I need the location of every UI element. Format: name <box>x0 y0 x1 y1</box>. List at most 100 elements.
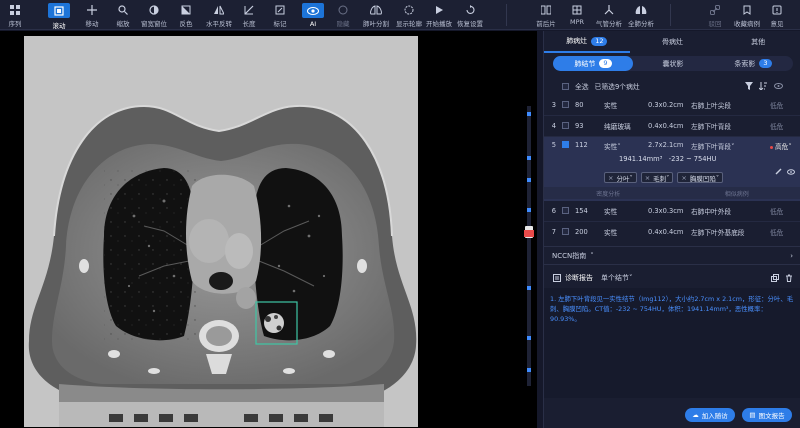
edit-pencil-icon[interactable] <box>774 167 783 176</box>
row-checkbox[interactable] <box>562 121 569 129</box>
slice-marker[interactable] <box>527 178 531 182</box>
slice-marker[interactable] <box>527 286 531 290</box>
tool-window-level[interactable]: 窗宽窗位 <box>138 0 170 30</box>
slice-marker[interactable] <box>527 368 531 372</box>
report-text[interactable]: 1. 左肺下叶背段见一实性结节（Img112），大小约2.7cm x 2.1cm… <box>544 288 800 398</box>
visibility-eye-icon[interactable] <box>774 82 783 91</box>
nccn-label: NCCN指南 <box>552 251 587 260</box>
tag-label: 分叶 <box>616 174 630 183</box>
tool-ai[interactable]: AI <box>300 0 326 30</box>
row-checkbox[interactable] <box>562 227 569 235</box>
table-row[interactable]: 4 93 纯磨玻璃 0.4x0.4cm 左肺下叶背段 低危 <box>544 116 800 137</box>
density-analysis-link[interactable]: 密度分析 <box>596 189 620 198</box>
scroll-icon <box>48 3 70 18</box>
row-number: 4 <box>551 122 556 130</box>
tool-label: MPR <box>569 18 585 26</box>
report-mode-dropdown[interactable]: 单个结节˅ <box>601 273 633 283</box>
row-location: 右肺中叶外段 <box>691 208 732 216</box>
remove-tag-icon[interactable]: × <box>681 174 686 182</box>
slice-marker[interactable] <box>527 112 531 116</box>
row-type-value: 实性 <box>604 143 618 151</box>
tool-flip[interactable]: 水平反转 <box>203 0 235 30</box>
mpr-icon <box>571 3 584 16</box>
tool-favorite[interactable]: 收藏病例 <box>731 0 763 30</box>
table-row[interactable]: 3 80 实性 0.3x0.2cm 右肺上叶尖段 低危 <box>544 95 800 116</box>
remove-tag-icon[interactable]: × <box>608 174 613 182</box>
visibility-eye-icon[interactable] <box>786 167 795 176</box>
table-row[interactable]: 6 154 实性 0.3x0.3cm 右肺中叶外段 低危 <box>544 201 800 222</box>
select-all-checkbox[interactable] <box>562 82 569 90</box>
row-checkbox[interactable] <box>562 206 569 214</box>
tool-length[interactable]: 长度 <box>236 0 262 30</box>
tool-invert[interactable]: 反色 <box>173 0 199 30</box>
nccn-guideline-row[interactable]: NCCN指南 ˅ › <box>544 246 800 265</box>
ct-scan-image[interactable] <box>24 36 418 427</box>
slice-marker[interactable] <box>527 208 531 212</box>
tab-nodules[interactable]: 肺结节 9 <box>553 56 633 71</box>
trash-icon[interactable] <box>784 274 793 283</box>
tool-series[interactable]: 序列 <box>2 0 28 30</box>
slice-scrollbar[interactable] <box>524 106 534 386</box>
reset-icon <box>464 3 477 16</box>
row-risk[interactable]: 高危˅ <box>770 141 796 151</box>
tab-lung-lesions[interactable]: 肺病灶 12 <box>544 31 630 53</box>
button-label: 加入随访 <box>701 412 728 420</box>
tab-bone-lesions[interactable]: 骨病灶 <box>630 31 716 53</box>
tab-other[interactable]: 其他 <box>715 31 800 53</box>
tool-play[interactable]: 开始播放 <box>425 0 453 30</box>
row-checkbox[interactable] <box>562 100 569 108</box>
row-slice: 154 <box>575 207 588 215</box>
similar-cases-link[interactable]: 相似病例 <box>725 189 749 198</box>
eye-icon <box>302 3 324 18</box>
tab-strand[interactable]: 条索影 3 <box>713 56 793 71</box>
tool-trachea[interactable]: 气管分析 <box>594 0 624 30</box>
report-title: 诊断报告 <box>565 274 593 282</box>
chevron-down-icon: ˅ <box>629 274 633 282</box>
tool-zoom[interactable]: 缩放 <box>110 0 136 30</box>
tool-compare[interactable]: 前后片 <box>532 0 560 30</box>
row-location[interactable]: 左肺下叶背段˅ <box>691 141 770 151</box>
tool-mark[interactable]: 标记 <box>267 0 293 30</box>
tool-label: 移动 <box>85 20 99 28</box>
analysis-links: 密度分析 相似病例 <box>544 187 800 199</box>
button-label: 图文报告 <box>758 412 785 420</box>
tool-feedback[interactable]: 意见 <box>764 0 790 30</box>
tag-lobulation[interactable]: × 分叶 ˅ <box>604 172 637 183</box>
tab-cystic[interactable]: 囊状影 <box>633 56 713 71</box>
tool-mpr[interactable]: MPR <box>564 0 590 30</box>
tool-scroll[interactable]: 滚动 <box>46 0 72 30</box>
table-row[interactable]: 7 200 实性 0.4x0.4cm 左肺下叶外基底段 低危 <box>544 222 800 242</box>
table-row-expanded[interactable]: 5 112 实性˅ 2.7x2.1cm 左肺下叶背段˅ 高危˅ 1941.14m… <box>544 137 800 201</box>
zoom-icon <box>117 3 130 16</box>
sort-icon[interactable] <box>758 82 767 91</box>
image-report-button[interactable]: ▤ 图文报告 <box>742 408 792 422</box>
tool-lung-analysis[interactable]: 全肺分析 <box>626 0 656 30</box>
chevron-right-icon[interactable]: › <box>790 252 793 260</box>
row-slice: 112 <box>575 141 588 149</box>
tool-link[interactable]: 驳回 <box>702 0 728 30</box>
tag-pleural-indentation[interactable]: × 胸膜凹陷 ˅ <box>677 172 724 183</box>
copy-icon[interactable] <box>770 274 779 283</box>
tool-hide[interactable]: 隐藏 <box>330 0 356 30</box>
row-type: 纯磨玻璃 <box>604 123 631 131</box>
tool-contour[interactable]: 显示轮廓 <box>393 0 425 30</box>
compare-icon <box>540 3 553 16</box>
move-icon <box>86 3 99 16</box>
tool-lung-lobe[interactable]: 肺叶分割 <box>360 0 392 30</box>
add-followup-button[interactable]: ☁ 加入随访 <box>685 408 735 422</box>
tag-spiculation[interactable]: × 毛刺 ˅ <box>640 172 674 183</box>
favorite-icon <box>741 3 754 16</box>
slice-marker[interactable] <box>527 336 531 340</box>
row-checkbox[interactable] <box>562 141 569 148</box>
row-type[interactable]: 实性˅ <box>604 141 648 151</box>
image-viewer[interactable] <box>0 31 537 428</box>
nodule-ct-range: -232 ~ 754HU <box>668 155 717 163</box>
slice-marker[interactable] <box>527 156 531 160</box>
tool-reset[interactable]: 恢复设置 <box>455 0 485 30</box>
nodule-volume: 1941.14mm³ <box>619 155 663 163</box>
lesion-category-tabs: 肺病灶 12 骨病灶 其他 <box>544 31 800 53</box>
tool-move[interactable]: 移动 <box>79 0 105 30</box>
filter-icon[interactable] <box>744 82 753 91</box>
tab-label: 条索影 <box>734 59 756 68</box>
remove-tag-icon[interactable]: × <box>645 174 650 182</box>
